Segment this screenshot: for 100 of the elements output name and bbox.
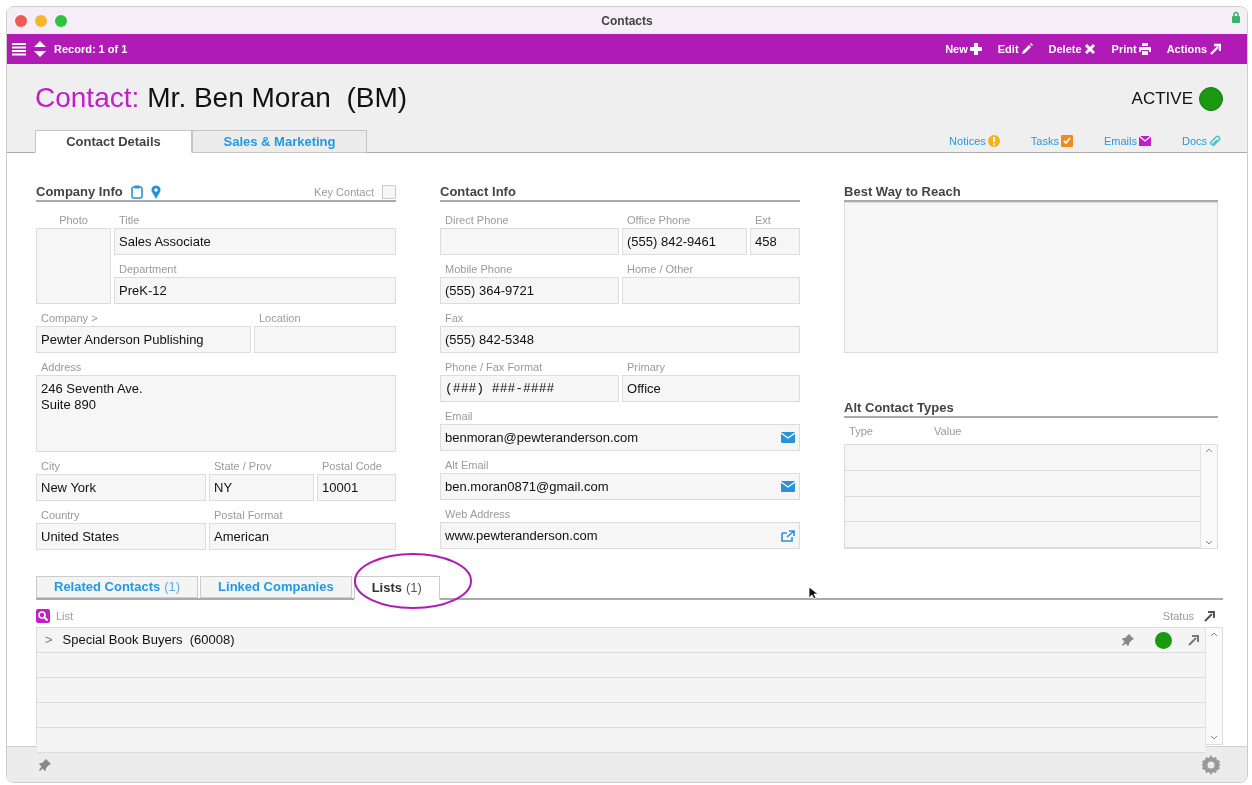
field-label: Postal Format [213, 508, 284, 522]
field-label: Fax [444, 311, 465, 325]
close-icon [1083, 43, 1096, 55]
table-row[interactable]: > Special Book Buyers (60008) [37, 628, 1205, 653]
search-icon[interactable] [36, 609, 50, 623]
input-field[interactable]: (555) 842-5348 [440, 326, 801, 353]
toolbar-button[interactable]: Edit [997, 40, 1033, 58]
toolbar-button[interactable]: New [945, 40, 982, 58]
column-header: List [56, 608, 74, 624]
input-field[interactable]: (555) 364-9721 [440, 277, 620, 304]
input-field[interactable]: (###) ###-#### [440, 375, 620, 402]
field-label: Address [40, 360, 83, 374]
field-label: Home / Other [626, 262, 695, 276]
menu-icon[interactable] [12, 42, 26, 56]
chevron-down-icon [1210, 735, 1218, 740]
arrow-icon[interactable] [1204, 610, 1215, 622]
clipboard-icon [130, 185, 143, 199]
field-label: Photo [58, 213, 89, 227]
field-label: City [40, 459, 61, 473]
paperclip-icon [1209, 134, 1221, 147]
field-label: Ext [754, 213, 772, 227]
field-label: Location [258, 311, 302, 325]
field-label: Alt Email [444, 458, 490, 472]
scrollbar[interactable] [1200, 445, 1217, 548]
external-link-icon [781, 529, 796, 542]
input-field[interactable]: Pewter Anderson Publishing [36, 326, 251, 353]
map-pin-icon [150, 185, 161, 199]
arrow-icon [1209, 43, 1221, 55]
alert-icon [987, 134, 1000, 147]
column-header: Type [848, 423, 874, 439]
input-field[interactable]: ben.moran0871@gmail.com [440, 473, 801, 500]
column-header: Status [1162, 608, 1194, 624]
checkbox-icon [1060, 134, 1073, 147]
window-control-button[interactable] [55, 14, 67, 27]
input-field[interactable]: 10001 [317, 474, 397, 501]
cursor-icon [808, 586, 818, 600]
photo-placeholder[interactable] [36, 228, 111, 304]
scrollbar[interactable] [1205, 628, 1222, 744]
envelope-icon [781, 432, 796, 443]
field-label: Postal Code [321, 459, 383, 473]
input-field[interactable]: Office [622, 375, 801, 402]
field-label: Office Phone [626, 213, 692, 227]
status-label: ACTIVE [1131, 88, 1193, 110]
window-title: Contacts [601, 12, 653, 30]
input-field[interactable]: 458 [750, 228, 801, 255]
field-label: Phone / Fax Format [444, 360, 544, 374]
sort-arrows-icon[interactable] [34, 40, 46, 58]
window-control-button[interactable] [15, 14, 27, 27]
toolbar-button[interactable]: Delete [1048, 40, 1096, 58]
column-header: Value [934, 423, 962, 439]
chevron-up-icon [1210, 632, 1218, 637]
arrow-icon[interactable] [1188, 634, 1199, 646]
checkbox[interactable] [382, 185, 397, 199]
input-field[interactable]: PreK-12 [114, 277, 397, 304]
toolbar-button[interactable]: Print [1111, 40, 1151, 58]
pin-icon[interactable] [39, 758, 51, 771]
field-label: Web Address [444, 507, 512, 521]
tab[interactable]: Contact Details [35, 130, 192, 153]
input-field[interactable]: benmoran@pewteranderson.com [440, 424, 801, 451]
printer-icon [1138, 43, 1151, 55]
toolbar-button[interactable]: Actions [1166, 40, 1221, 58]
chevron-down-icon [1205, 540, 1213, 545]
tab[interactable]: Lists (1) [353, 576, 440, 600]
plus-icon [969, 43, 982, 55]
input-field[interactable] [622, 277, 801, 304]
envelope-icon [781, 481, 796, 492]
text-area[interactable]: 246 Seventh Ave. Suite 890 [36, 375, 397, 452]
field-label: Country [40, 508, 81, 522]
field-label: State / Prov [213, 459, 273, 473]
field-label: Direct Phone [444, 213, 510, 227]
field-label: Title [118, 213, 141, 227]
field-label: Department [118, 262, 178, 276]
table-cell-text: Special Book Buyers (60008) [62, 631, 235, 650]
input-field[interactable]: United States [36, 523, 206, 550]
settings-icon[interactable] [1201, 754, 1221, 775]
section-heading: Contact Info [440, 183, 516, 202]
record-type-label: Contact: [35, 81, 140, 115]
input-field[interactable] [254, 326, 397, 353]
envelope-icon [1138, 134, 1151, 147]
input-field[interactable]: (555) 842-9461 [622, 228, 748, 255]
chevron-up-icon [1205, 448, 1213, 453]
pin-icon[interactable] [1122, 634, 1134, 646]
section-heading: Best Way to Reach [844, 183, 961, 202]
input-field[interactable]: www.pewteranderson.com [440, 522, 801, 549]
input-field[interactable]: Sales Associate [114, 228, 397, 255]
lock-icon [1231, 11, 1241, 23]
section-heading: Alt Contact Types [844, 399, 954, 418]
input-field[interactable] [440, 228, 620, 255]
record-counter: Record: 1 of 1 [54, 41, 128, 57]
input-field[interactable]: American [209, 523, 397, 550]
field-label: Mobile Phone [444, 262, 514, 276]
window-control-button[interactable] [35, 14, 47, 27]
field-label: Company > [40, 311, 99, 325]
input-field[interactable]: NY [209, 474, 314, 501]
section-heading: Company Info [36, 183, 123, 202]
pencil-icon [1020, 43, 1033, 55]
field-label: Primary [626, 360, 666, 374]
contact-name: Mr. Ben Moran (BM) [147, 81, 408, 115]
expand-toggle[interactable]: > [45, 630, 53, 650]
input-field[interactable]: New York [36, 474, 206, 501]
